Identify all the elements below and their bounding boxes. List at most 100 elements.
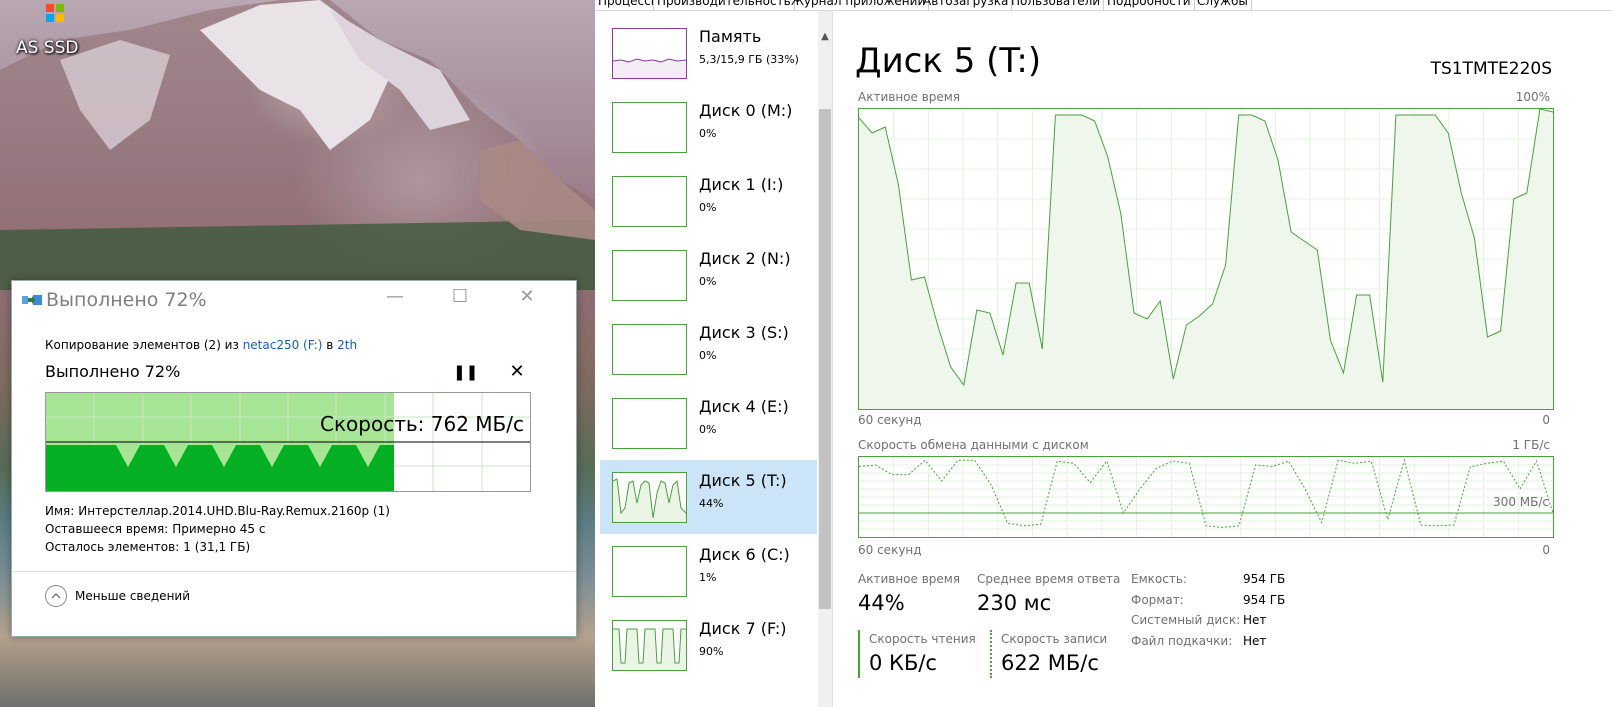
less-details-label: Меньше сведений bbox=[75, 589, 191, 603]
name-value: Интерстеллар.2014.UHD.Blu-Ray.Remux.2160… bbox=[78, 504, 390, 518]
close-button[interactable]: ✕ bbox=[512, 285, 542, 309]
active-time-graph-duration: 60 секунд bbox=[858, 413, 922, 427]
transfer-rate-graph: 300 МБ/с bbox=[858, 456, 1554, 538]
device-name: Диск 2 (N:) bbox=[699, 249, 791, 268]
time-row: Оставшееся время: Примерно 45 с bbox=[45, 520, 390, 538]
maximize-button[interactable]: ☐ bbox=[445, 285, 475, 309]
device-thumbnail-graph bbox=[612, 28, 687, 79]
device-name: Диск 6 (C:) bbox=[699, 545, 790, 564]
read-speed-label: Скорость чтения bbox=[869, 632, 976, 646]
transfer-graph-min: 0 bbox=[1542, 543, 1550, 557]
copy-description: Копирование элементов (2) из netac250 (F… bbox=[45, 338, 357, 352]
source-link[interactable]: netac250 (F:) bbox=[243, 338, 323, 352]
device-value: 44% bbox=[699, 497, 724, 510]
pause-button[interactable]: ❚❚ bbox=[453, 361, 478, 383]
desktop-icon-as-ssd[interactable]: AS SSD bbox=[14, 0, 84, 70]
transfer-graph-mid: 300 МБ/с bbox=[1493, 495, 1549, 509]
read-legend-line bbox=[858, 630, 860, 678]
write-legend-line bbox=[990, 630, 992, 678]
scroll-up-arrow-icon[interactable]: ▲ bbox=[818, 31, 832, 47]
write-speed-value: 622 МБ/с bbox=[1001, 651, 1099, 675]
device-value: 5,3/15,9 ГБ (33%) bbox=[699, 53, 799, 66]
device-item-5[interactable]: Диск 4 (E:) 0% bbox=[600, 386, 817, 460]
scroll-thumb[interactable] bbox=[819, 109, 831, 609]
property-value: Нет bbox=[1243, 613, 1267, 627]
destination-link[interactable]: 2th bbox=[337, 338, 357, 352]
device-name: Диск 0 (M:) bbox=[699, 101, 793, 120]
device-value: 90% bbox=[699, 645, 724, 658]
desktop-icon-label: AS SSD bbox=[16, 38, 79, 58]
device-thumbnail-graph bbox=[612, 398, 687, 449]
speed-graph-plot bbox=[46, 393, 530, 491]
device-name: Диск 4 (E:) bbox=[699, 397, 789, 416]
tab-1[interactable]: Производительность bbox=[653, 0, 795, 10]
response-time-label: Среднее время ответа bbox=[977, 572, 1121, 586]
device-thumbnail-graph bbox=[612, 546, 687, 597]
device-list: Память 5,3/15,9 ГБ (33%) Диск 0 (M:) 0% Диск… bbox=[595, 11, 832, 707]
speed-label: Скорость: 762 МБ/с bbox=[320, 412, 524, 436]
name-label: Имя: bbox=[45, 504, 75, 518]
read-speed-value: 0 КБ/с bbox=[869, 651, 937, 675]
dialog-titlebar[interactable]: Выполнено 72% — ☐ ✕ bbox=[12, 281, 576, 315]
to-word: в bbox=[322, 338, 338, 352]
dialog-title: Выполнено 72% bbox=[46, 289, 207, 311]
device-value: 0% bbox=[699, 349, 717, 362]
tab-4[interactable]: Пользователи bbox=[1008, 0, 1105, 10]
device-name: Диск 3 (S:) bbox=[699, 323, 789, 342]
device-thumbnail-graph bbox=[612, 324, 687, 375]
device-item-0[interactable]: Память 5,3/15,9 ГБ (33%) bbox=[600, 16, 817, 90]
device-value: 0% bbox=[699, 201, 717, 214]
device-item-1[interactable]: Диск 0 (M:) 0% bbox=[600, 90, 817, 164]
desktop-background: AS SSD Выполнено 72% — ☐ ✕ Копирование э… bbox=[0, 0, 595, 707]
response-time-value: 230 мс bbox=[977, 591, 1052, 615]
speed-graph: Скорость: 762 МБ/с bbox=[45, 392, 531, 492]
property-label: Файл подкачки: bbox=[1131, 633, 1233, 648]
property-label: Формат: bbox=[1131, 592, 1184, 607]
active-time-graph bbox=[858, 108, 1554, 410]
transfer-graph-duration: 60 секунд bbox=[858, 543, 922, 557]
copy-prefix: Копирование элементов (2) из bbox=[45, 338, 243, 352]
transfer-graph-label: Скорость обмена данными с диском bbox=[858, 438, 1089, 452]
chevron-up-icon bbox=[45, 585, 67, 607]
device-item-4[interactable]: Диск 3 (S:) 0% bbox=[600, 312, 817, 386]
cancel-copy-button[interactable]: ✕ bbox=[506, 361, 528, 383]
property-value: 954 ГБ bbox=[1243, 592, 1286, 607]
tab-2[interactable]: Журнал приложений bbox=[788, 0, 930, 10]
device-item-2[interactable]: Диск 1 (I:) 0% bbox=[600, 164, 817, 238]
device-item-7[interactable]: Диск 6 (C:) 1% bbox=[600, 534, 817, 608]
tab-bar: Процессы Производительность Журнал приложе… bbox=[595, 0, 1612, 11]
device-item-8[interactable]: Диск 7 (F:) 90% bbox=[600, 608, 817, 682]
device-thumbnail-graph bbox=[612, 250, 687, 301]
items-value: 1 (31,1 ГБ) bbox=[183, 540, 251, 554]
device-thumbnail-graph bbox=[612, 102, 687, 153]
property-label: Системный диск: bbox=[1131, 613, 1241, 627]
less-details-button[interactable]: Меньше сведений bbox=[45, 583, 190, 609]
device-name: Память bbox=[699, 27, 762, 46]
tab-3[interactable]: Автозагрузка bbox=[920, 0, 1013, 10]
device-name: Диск 1 (I:) bbox=[699, 175, 784, 194]
disk-title: Диск 5 (T:) bbox=[855, 41, 1042, 81]
device-value: 0% bbox=[699, 423, 717, 436]
name-row: Имя: Интерстеллар.2014.UHD.Blu-Ray.Remux.… bbox=[45, 502, 390, 520]
tab-5[interactable]: Подробности bbox=[1104, 0, 1195, 10]
minimize-button[interactable]: — bbox=[380, 285, 410, 309]
disk-model: TS1TMTE220S bbox=[1430, 59, 1552, 79]
time-label: Оставшееся время: bbox=[45, 522, 169, 536]
device-thumbnail-graph bbox=[612, 176, 687, 227]
tab-6[interactable]: Службы bbox=[1194, 0, 1252, 10]
active-time-stat-label: Активное время bbox=[858, 572, 961, 586]
device-item-3[interactable]: Диск 2 (N:) 0% bbox=[600, 238, 817, 312]
property-value: Нет bbox=[1243, 633, 1267, 648]
device-list-scrollbar[interactable]: ▲ bbox=[818, 11, 832, 707]
device-thumbnail-graph bbox=[612, 620, 687, 671]
device-name: Диск 5 (T:) bbox=[699, 471, 787, 490]
device-value: 0% bbox=[699, 127, 717, 140]
active-time-plot bbox=[859, 109, 1553, 409]
device-item-6[interactable]: Диск 5 (T:) 44% bbox=[600, 460, 817, 534]
device-value: 0% bbox=[699, 275, 717, 288]
disk-detail-pane: Диск 5 (T:) TS1TMTE220S Активное время 1… bbox=[833, 11, 1612, 707]
active-time-graph-label: Активное время bbox=[858, 90, 961, 104]
transfer-graph-max: 1 ГБ/с bbox=[1512, 438, 1550, 452]
time-value: Примерно 45 с bbox=[172, 522, 266, 536]
as-ssd-icon bbox=[46, 4, 64, 22]
